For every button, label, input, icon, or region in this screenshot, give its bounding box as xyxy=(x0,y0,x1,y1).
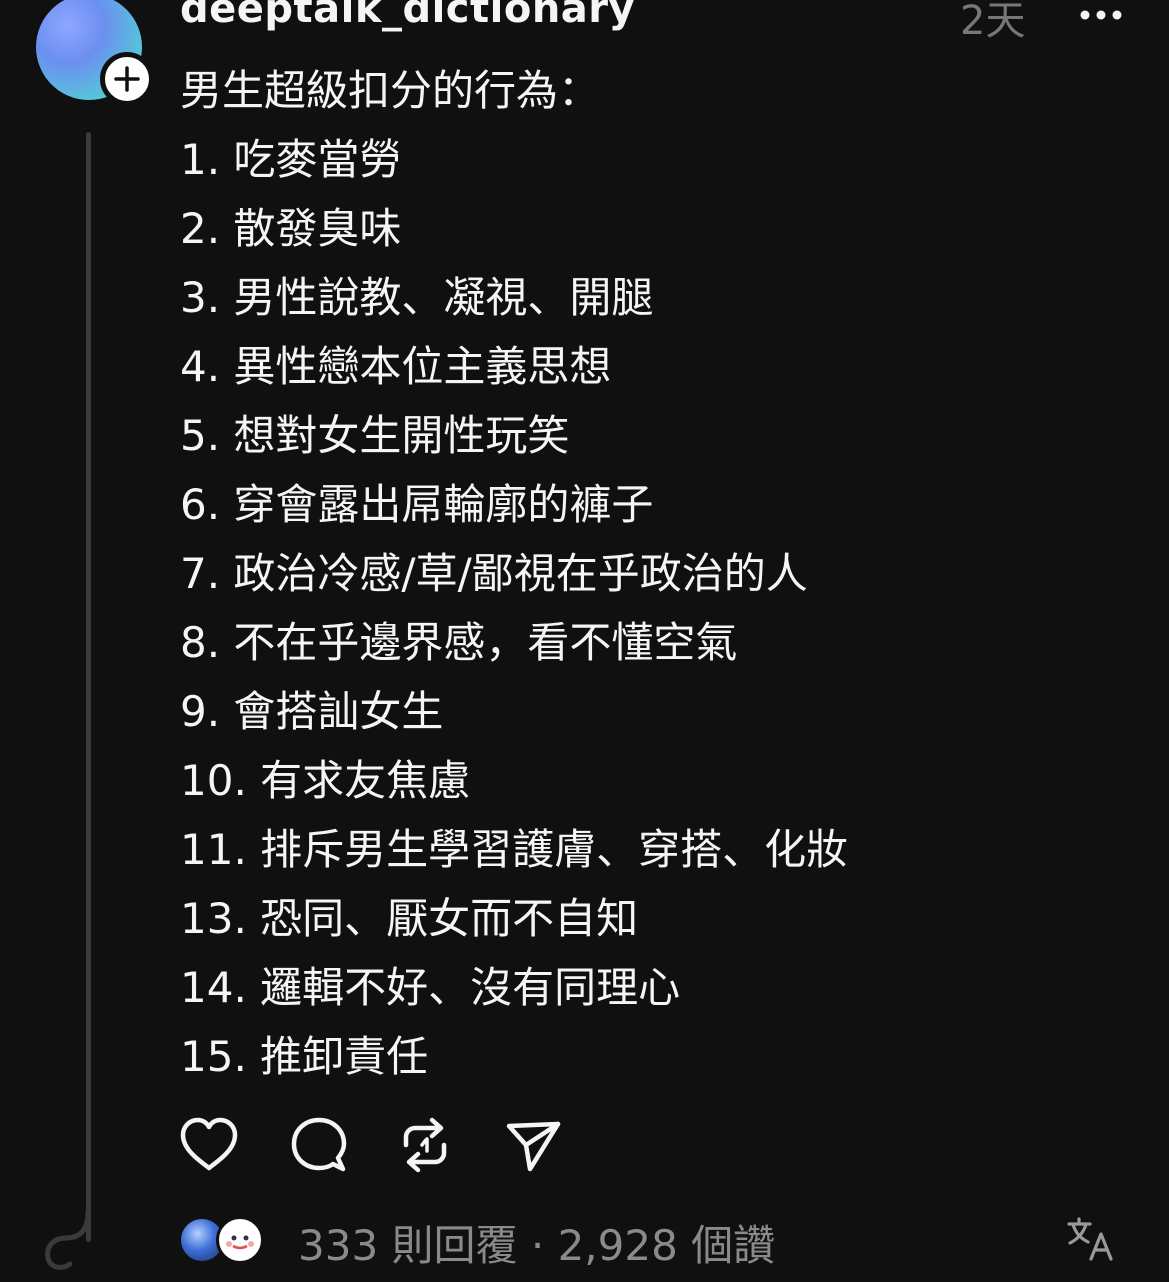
replier-avatar xyxy=(216,1216,264,1264)
list-item: 14. 邏輯不好、沒有同理心 xyxy=(180,963,681,1012)
send-icon xyxy=(506,1121,561,1172)
plus-icon xyxy=(114,66,140,92)
post-heading: 男生超級扣分的行為： xyxy=(180,66,601,115)
list-item: 8. 不在乎邊界感，看不懂空氣 xyxy=(180,618,738,667)
reply-button[interactable] xyxy=(288,1114,350,1176)
post-username[interactable]: deeptalk_dictionary xyxy=(180,0,635,32)
share-button[interactable] xyxy=(502,1114,564,1176)
post-stats: 333 則回覆 · 2,928 個讚 xyxy=(178,1214,878,1270)
repost-button[interactable] xyxy=(394,1114,456,1176)
list-item: 3. 男性說教、凝視、開腿 xyxy=(180,273,654,322)
follow-button[interactable] xyxy=(100,52,154,106)
list-item: 13. 恐同、厭女而不自知 xyxy=(180,894,639,943)
list-item: 10. 有求友焦慮 xyxy=(180,756,471,805)
post-body: 男生超級扣分的行為： 1. 吃麥當勞 2. 散發臭味 3. 男性說教、凝視、開腿… xyxy=(180,56,1080,1091)
list-item: 2. 散發臭味 xyxy=(180,204,402,253)
list-item: 7. 政治冷感/草/鄙視在乎政治的人 xyxy=(180,549,808,598)
post-timestamp: 2天 xyxy=(960,0,1026,44)
list-item: 6. 穿會露出屌輪廓的褲子 xyxy=(180,480,654,529)
thread-line xyxy=(86,132,91,1242)
list-item: 1. 吃麥當勞 xyxy=(180,135,402,184)
list-item: 15. 推卸責任 xyxy=(180,1032,429,1081)
more-dots-icon[interactable] xyxy=(1078,4,1124,26)
cartoon-face-icon xyxy=(226,1235,254,1250)
replies-likes-count[interactable]: 333 則回覆 · 2,928 個讚 xyxy=(298,1212,775,1273)
translate-icon[interactable] xyxy=(1066,1216,1116,1262)
thread-curl-connector xyxy=(45,1212,91,1270)
list-item: 5. 想對女生開性玩笑 xyxy=(180,411,570,460)
repost-icon xyxy=(403,1117,447,1173)
comment-bubble-icon xyxy=(291,1117,347,1172)
list-item: 9. 會搭訕女生 xyxy=(180,687,444,736)
heart-icon xyxy=(180,1117,238,1171)
list-item: 4. 異性戀本位主義思想 xyxy=(180,342,612,391)
list-item: 11. 排斥男生學習護膚、穿搭、化妝 xyxy=(180,825,849,874)
like-button[interactable] xyxy=(178,1114,240,1176)
